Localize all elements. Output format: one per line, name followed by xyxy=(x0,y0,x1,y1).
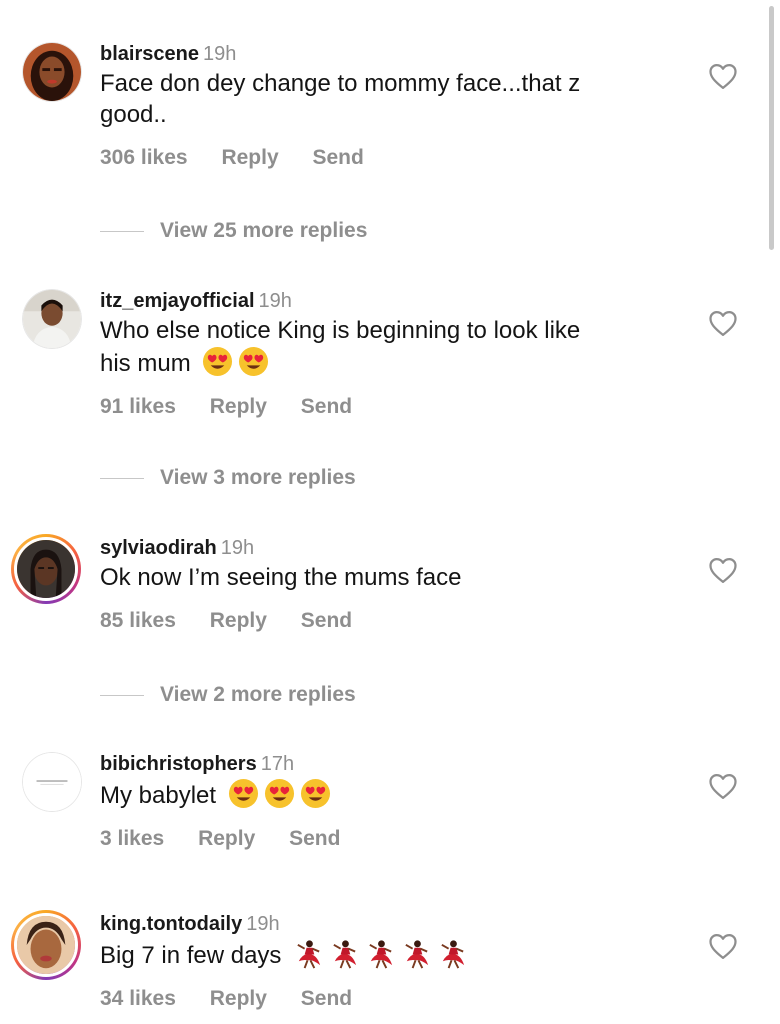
comment-text: Face don dey change to mommy face...that… xyxy=(100,68,680,130)
likes-count[interactable]: 34 likes xyxy=(100,987,176,1010)
avatar[interactable] xyxy=(22,752,82,812)
divider xyxy=(100,230,144,232)
avatar[interactable] xyxy=(22,42,82,102)
timestamp: 19h xyxy=(202,43,237,65)
comment-text-line: Face don dey change to mommy face...that… xyxy=(100,70,581,97)
avatar[interactable] xyxy=(11,910,81,980)
username[interactable]: itz_emjayofficial xyxy=(100,290,255,312)
comment-body: itz_emjayofficial 19h Who else notice Kin… xyxy=(100,289,680,420)
comment-body: blairscene 19h Face don dey change to mom… xyxy=(100,42,680,171)
send-button[interactable]: Send xyxy=(289,827,340,850)
view-replies-label: View 3 more replies xyxy=(160,466,356,489)
heart-eyes-emoji xyxy=(300,778,331,809)
send-button[interactable]: Send xyxy=(301,987,352,1010)
comment-actions: 34 likes Reply Send xyxy=(100,986,680,1012)
dancer-emoji xyxy=(293,938,324,969)
heart-outline-icon[interactable] xyxy=(708,62,738,90)
comments-screen: blairscene 19h Face don dey change to mom… xyxy=(0,0,780,1024)
comment-actions: 3 likes Reply Send xyxy=(100,826,680,852)
heart-eyes-emoji xyxy=(238,346,269,377)
likes-count[interactable]: 91 likes xyxy=(100,395,176,418)
comment-header: itz_emjayofficial 19h xyxy=(100,289,680,313)
avatar[interactable] xyxy=(22,289,82,349)
heart-outline-icon[interactable] xyxy=(708,556,738,584)
comment-header: bibichristophers 17h xyxy=(100,752,680,776)
username[interactable]: sylviaodirah xyxy=(100,537,217,559)
timestamp: 19h xyxy=(220,537,255,559)
scrollbar[interactable] xyxy=(769,6,774,250)
comment-text-line: Who else notice King is beginning to loo… xyxy=(100,317,581,344)
comment-text-line: Big 7 in few days xyxy=(100,942,282,969)
heart-eyes-emoji xyxy=(264,778,295,809)
send-button[interactable]: Send xyxy=(312,146,363,169)
reply-button[interactable]: Reply xyxy=(210,609,267,632)
comment-text: My babylet xyxy=(100,778,680,811)
likes-count[interactable]: 306 likes xyxy=(100,146,188,169)
reply-button[interactable]: Reply xyxy=(210,987,267,1010)
heart-outline-icon[interactable] xyxy=(708,932,738,960)
timestamp: 19h xyxy=(258,290,292,312)
comment-text-line: Ok now I’m seeing the mums face xyxy=(100,564,462,591)
username[interactable]: blairscene xyxy=(100,43,199,65)
view-replies-button[interactable]: View 3 more replies xyxy=(100,463,356,493)
dancer-emoji xyxy=(437,938,468,969)
likes-count[interactable]: 3 likes xyxy=(100,827,164,850)
comment-body: sylviaodirah 19h Ok now I’m seeing the mu… xyxy=(100,536,680,634)
comment-actions: 85 likes Reply Send xyxy=(100,608,680,634)
timestamp: 17h xyxy=(260,753,295,775)
dancer-emoji xyxy=(329,938,360,969)
heart-outline-icon[interactable] xyxy=(708,772,738,800)
timestamp: 19h xyxy=(246,913,280,935)
view-replies-button[interactable]: View 25 more replies xyxy=(100,216,367,246)
send-button[interactable]: Send xyxy=(301,609,352,632)
reply-button[interactable]: Reply xyxy=(198,827,255,850)
dancer-emoji xyxy=(401,938,432,969)
profile-photo xyxy=(17,916,75,974)
dancer-emoji xyxy=(365,938,396,969)
comment-text: Ok now I’m seeing the mums face xyxy=(100,562,680,593)
username[interactable]: king.tontodaily xyxy=(100,913,242,935)
heart-eyes-emoji xyxy=(202,346,233,377)
profile-photo xyxy=(17,540,75,598)
comment-body: king.tontodaily 19h Big 7 in few days 34 … xyxy=(100,912,680,1012)
comment-body: bibichristophers 17h My babylet 3 likes R… xyxy=(100,752,680,852)
reply-button[interactable]: Reply xyxy=(210,395,267,418)
comment-header: blairscene 19h xyxy=(100,42,680,66)
comment-header: king.tontodaily 19h xyxy=(100,912,680,936)
divider xyxy=(100,694,144,696)
heart-outline-icon[interactable] xyxy=(708,309,738,337)
heart-eyes-emoji xyxy=(228,778,259,809)
comment-text: Who else notice King is beginning to loo… xyxy=(100,315,680,379)
comment-text: Big 7 in few days xyxy=(100,938,680,971)
username[interactable]: bibichristophers xyxy=(100,753,257,775)
profile-photo xyxy=(23,290,81,348)
view-replies-label: View 2 more replies xyxy=(160,683,356,706)
profile-photo xyxy=(23,43,81,101)
divider xyxy=(100,477,144,479)
comment-actions: 91 likes Reply Send xyxy=(100,394,680,420)
comment-text-line: his mum xyxy=(100,350,191,377)
reply-button[interactable]: Reply xyxy=(221,146,278,169)
comment-header: sylviaodirah 19h xyxy=(100,536,680,560)
view-replies-button[interactable]: View 2 more replies xyxy=(100,680,356,710)
comment-text-line: good.. xyxy=(100,101,167,128)
comment-text-line: My babylet xyxy=(100,782,217,809)
comment-actions: 306 likes Reply Send xyxy=(100,145,680,171)
likes-count[interactable]: 85 likes xyxy=(100,609,176,632)
view-replies-label: View 25 more replies xyxy=(160,219,368,242)
brand-logo xyxy=(23,753,81,811)
send-button[interactable]: Send xyxy=(301,395,352,418)
avatar[interactable] xyxy=(11,534,81,604)
